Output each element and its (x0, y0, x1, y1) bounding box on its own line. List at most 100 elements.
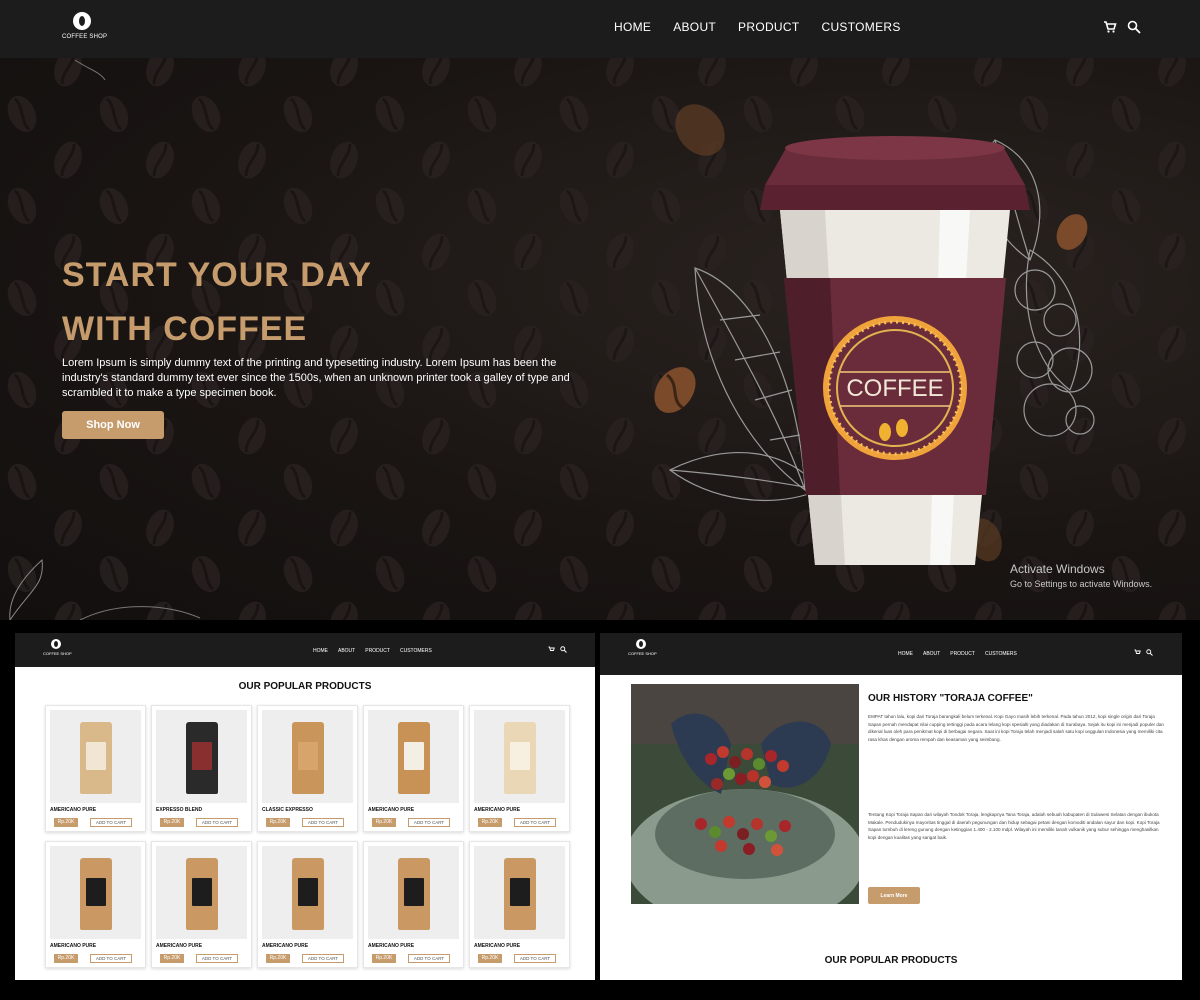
nav-about[interactable]: ABOUT (338, 648, 355, 654)
hero-description: Lorem Ipsum is simply dummy text of the … (62, 357, 570, 399)
nav-home[interactable]: HOME (614, 20, 651, 34)
search-icon[interactable] (1127, 20, 1141, 34)
logo-bean-icon (51, 639, 61, 649)
bag-label-icon (86, 742, 106, 770)
nav-links: HOME ABOUT PRODUCT CUSTOMERS (614, 20, 901, 34)
product-card[interactable]: CLASSIC EXPRESSO Rp.20K ADD TO CART (257, 705, 358, 832)
product-price: Rp.20K (478, 954, 502, 963)
bag-label-icon (510, 878, 530, 906)
top-navbar: COFFEE SHOP HOME ABOUT PRODUCT CUSTOMERS (0, 0, 1200, 58)
coffee-bag-icon (504, 858, 536, 930)
logo-bean-icon (73, 12, 91, 30)
cart-icon[interactable] (1134, 649, 1141, 656)
product-image[interactable] (474, 846, 565, 939)
logo-text: COFFEE SHOP (628, 651, 657, 656)
coffee-bag-icon (80, 858, 112, 930)
search-icon[interactable] (560, 646, 567, 653)
add-to-cart-button[interactable]: ADD TO CART (514, 954, 556, 963)
add-to-cart-button[interactable]: ADD TO CART (196, 954, 238, 963)
product-name: AMERICANO PURE (368, 807, 415, 813)
history-logo[interactable]: COFFEE SHOP (628, 639, 657, 656)
nav-product[interactable]: PRODUCT (950, 651, 975, 657)
nav-product[interactable]: PRODUCT (738, 20, 799, 34)
product-image[interactable] (474, 710, 565, 803)
coffee-bag-icon (398, 858, 430, 930)
product-card[interactable]: AMERICANO PURE Rp.20K ADD TO CART (363, 705, 464, 832)
coffee-shop-logo[interactable]: COFFEE SHOP (62, 12, 107, 40)
product-image[interactable] (50, 846, 141, 939)
product-name: AMERICANO PURE (368, 943, 415, 949)
popular-products-title: OUR POPULAR PRODUCTS (824, 955, 958, 966)
product-price: Rp.20K (478, 818, 502, 827)
windows-activation-notice: Activate Windows Go to Settings to activ… (1010, 562, 1152, 589)
history-nav-links: HOME ABOUT PRODUCT CUSTOMERS (898, 651, 1017, 657)
nav-about[interactable]: ABOUT (923, 651, 940, 657)
activation-title: Activate Windows (1010, 562, 1105, 576)
search-icon[interactable] (1146, 649, 1153, 656)
popular-products-title: OUR POPULAR PRODUCTS (238, 681, 372, 692)
product-card[interactable]: AMERICANO PURE Rp.20K ADD TO CART (151, 841, 252, 968)
product-card[interactable]: AMERICANO PURE Rp.20K ADD TO CART (469, 705, 570, 832)
nav-home[interactable]: HOME (313, 648, 328, 654)
product-price: Rp.20K (266, 818, 290, 827)
product-name: AMERICANO PURE (50, 943, 97, 949)
bag-label-icon (404, 742, 424, 770)
nav-customers[interactable]: CUSTOMERS (400, 648, 432, 654)
product-price: Rp.20K (54, 818, 78, 827)
product-image[interactable] (50, 710, 141, 803)
product-card[interactable]: AMERICANO PURE Rp.20K ADD TO CART (45, 841, 146, 968)
learn-more-button[interactable]: Learn More (868, 887, 920, 904)
product-card[interactable]: AMERICANO PURE Rp.20K ADD TO CART (363, 841, 464, 968)
add-to-cart-button[interactable]: ADD TO CART (90, 818, 132, 827)
product-name: EXPRESSO BLEND (156, 807, 203, 813)
activation-subtitle: Go to Settings to activate Windows. (1010, 579, 1153, 589)
bag-label-icon (298, 878, 318, 906)
product-price: Rp.20K (372, 818, 396, 827)
products-logo[interactable]: COFFEE SHOP (43, 639, 72, 656)
product-card[interactable]: AMERICANO PURE Rp.20K ADD TO CART (45, 705, 146, 832)
cart-icon[interactable] (548, 646, 555, 653)
add-to-cart-button[interactable]: ADD TO CART (514, 818, 556, 827)
add-to-cart-button[interactable]: ADD TO CART (302, 818, 344, 827)
nav-about[interactable]: ABOUT (673, 20, 716, 34)
add-to-cart-button[interactable]: ADD TO CART (196, 818, 238, 827)
products-navbar: COFFEE SHOP HOME ABOUT PRODUCT CUSTOMERS (15, 633, 595, 667)
coffee-bag-icon (292, 858, 324, 930)
coffee-cup-illustration: COFFEE (654, 104, 1095, 565)
coffee-cherries-photo (631, 684, 859, 904)
product-image[interactable] (368, 846, 459, 939)
products-nav-icons (548, 646, 567, 653)
nav-customers[interactable]: CUSTOMERS (821, 20, 900, 34)
nav-product[interactable]: PRODUCT (365, 648, 390, 654)
coffee-bag-icon (186, 858, 218, 930)
history-paragraph-2: Tentang Kopi Toraja Sapan dari wilayah T… (868, 812, 1160, 840)
product-price: Rp.20K (266, 954, 290, 963)
add-to-cart-button[interactable]: ADD TO CART (302, 954, 344, 963)
nav-customers[interactable]: CUSTOMERS (985, 651, 1017, 657)
nav-icons (1103, 20, 1141, 34)
product-image[interactable] (368, 710, 459, 803)
add-to-cart-button[interactable]: ADD TO CART (408, 818, 450, 827)
coffee-bag-icon (292, 722, 324, 794)
product-card[interactable]: EXPRESSO BLEND Rp.20K ADD TO CART (151, 705, 252, 832)
product-image[interactable] (262, 846, 353, 939)
bag-label-icon (298, 742, 318, 770)
add-to-cart-button[interactable]: ADD TO CART (408, 954, 450, 963)
coffee-bag-icon (504, 722, 536, 794)
add-to-cart-button[interactable]: ADD TO CART (90, 954, 132, 963)
hero-section: COFFEE SHOP HOME ABOUT PRODUCT CUSTOMERS… (0, 0, 1200, 620)
product-name: AMERICANO PURE (474, 943, 521, 949)
nav-home[interactable]: HOME (898, 651, 913, 657)
product-image[interactable] (156, 846, 247, 939)
bag-label-icon (404, 878, 424, 906)
product-image[interactable] (156, 710, 247, 803)
cup-label: COFFEE (846, 375, 943, 402)
product-name: AMERICANO PURE (50, 807, 97, 813)
product-card[interactable]: AMERICANO PURE Rp.20K ADD TO CART (469, 841, 570, 968)
product-card[interactable]: AMERICANO PURE Rp.20K ADD TO CART (257, 841, 358, 968)
coffee-bag-icon (80, 722, 112, 794)
history-paragraph-1: EMPAT tahun lalu, kopi dari Toraja baran… (868, 714, 1164, 742)
shop-now-button[interactable]: Shop Now (62, 411, 164, 439)
product-image[interactable] (262, 710, 353, 803)
cart-icon[interactable] (1103, 20, 1117, 34)
